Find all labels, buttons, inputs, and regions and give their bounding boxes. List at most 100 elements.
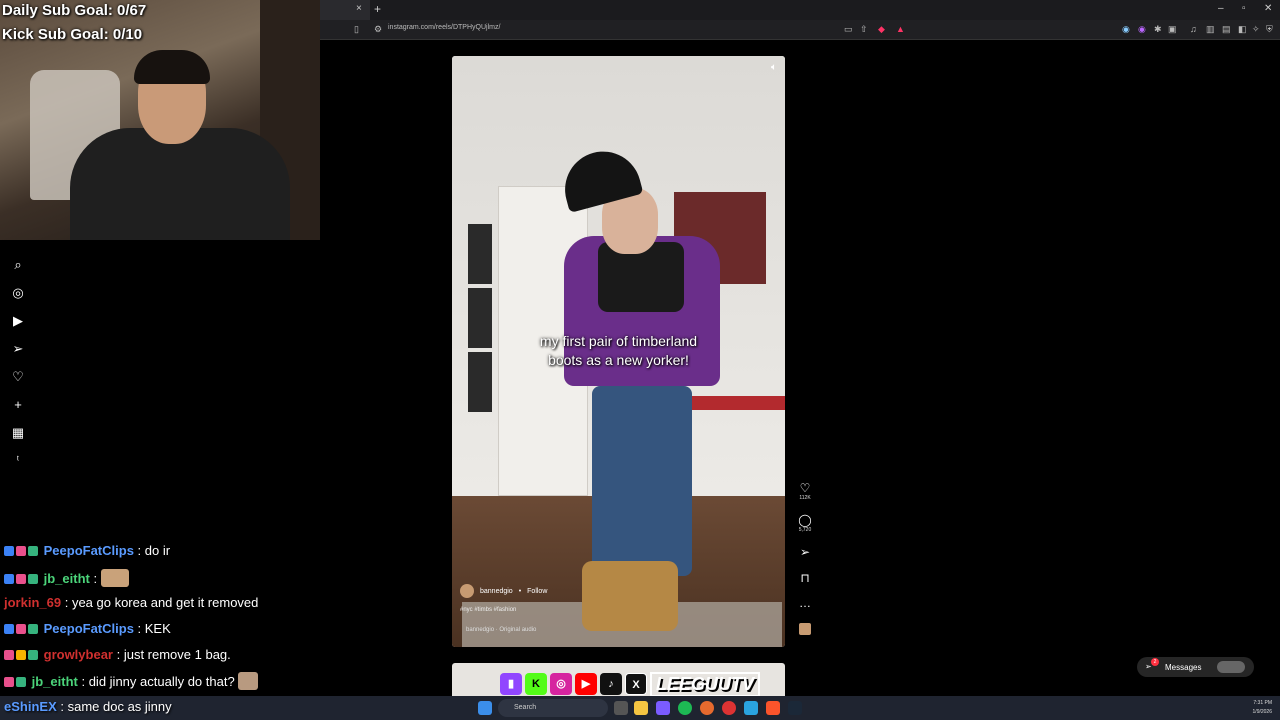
- separator-dot: •: [518, 587, 522, 595]
- steam-icon[interactable]: [788, 701, 802, 715]
- leo-icon[interactable]: ✧: [1252, 24, 1260, 35]
- kick-sub-goal: Kick Sub Goal: 0/10: [2, 26, 143, 43]
- reel-video[interactable]: 🔈︎ my first pair of timberland boots as …: [452, 56, 785, 647]
- extensions-icon[interactable]: ✱: [1154, 24, 1162, 35]
- media-icon[interactable]: ♫: [1190, 24, 1197, 34]
- extension-icon[interactable]: ◉: [1122, 24, 1130, 35]
- chat-line: jb_eitht : did jinny actually do that?: [4, 672, 259, 690]
- chat-colon: :: [133, 621, 145, 636]
- start-icon[interactable]: [478, 701, 492, 715]
- chat-badge-icon: [4, 650, 14, 660]
- x-icon: X: [625, 673, 647, 695]
- author-name[interactable]: bannedgio: [480, 588, 513, 595]
- create-plus-icon[interactable]: +: [10, 397, 26, 413]
- screen: Daily Sub Goal: 0/67 Kick Sub Goal: 0/10…: [0, 0, 1280, 720]
- chat-emote-icon: [238, 672, 259, 690]
- chat-badge-icon: [28, 650, 38, 660]
- chat-username[interactable]: jorkin_69: [4, 595, 61, 610]
- chat-colon: :: [77, 674, 89, 689]
- rewards-icon[interactable]: ▲: [896, 24, 905, 34]
- chat-badge-icon: [28, 574, 38, 584]
- follow-button[interactable]: Follow: [527, 588, 547, 595]
- explore-icon[interactable]: ◎: [10, 285, 26, 301]
- brave-shield-icon[interactable]: ◆: [878, 24, 885, 35]
- share-button[interactable]: ➢: [792, 545, 818, 559]
- tiktok-icon: ♪: [600, 673, 622, 695]
- chat-username[interactable]: jb_eitht: [32, 674, 78, 689]
- brand-logo: LEEGUUTV: [650, 671, 761, 697]
- file-explorer-icon[interactable]: [634, 701, 648, 715]
- clock-date: 1/9/2026: [1252, 709, 1272, 715]
- browser-tab[interactable]: ×: [320, 0, 370, 20]
- cast-icon[interactable]: ▭: [844, 24, 853, 35]
- like-button[interactable]: ♡ 112K: [792, 481, 818, 501]
- new-tab-icon[interactable]: +: [374, 2, 381, 16]
- chat-username[interactable]: PeepoFatClips: [44, 621, 134, 636]
- threads-icon[interactable]: ᵗ: [10, 453, 26, 469]
- direct-messages-icon[interactable]: ➢: [10, 341, 26, 357]
- search-icon[interactable]: ⌕: [10, 257, 26, 273]
- reels-icon[interactable]: ▶: [10, 313, 26, 329]
- notifications-heart-icon[interactable]: ♡: [10, 369, 26, 385]
- restore-icon[interactable]: ▫: [1242, 3, 1246, 14]
- caption-line-1: my first pair of timberland: [539, 333, 698, 349]
- firefox-icon[interactable]: [700, 701, 714, 715]
- tabs-icon[interactable]: ▤: [1222, 24, 1231, 35]
- close-window-icon[interactable]: ✕: [1264, 3, 1272, 14]
- share-icon[interactable]: ⇧: [860, 24, 868, 35]
- chat-colon: :: [56, 699, 68, 714]
- chat-badge-icon: [16, 624, 26, 634]
- more-options-button[interactable]: …: [792, 596, 818, 610]
- video-acoustic-panel: [468, 224, 492, 284]
- brave-icon[interactable]: [766, 701, 780, 715]
- chat-username[interactable]: jb_eitht: [44, 571, 90, 586]
- author-avatar[interactable]: [460, 584, 474, 598]
- bookmark-icon[interactable]: ▯: [354, 24, 359, 35]
- caption-line-2: boots as a new yorker!: [548, 352, 689, 368]
- split-view-icon[interactable]: ◧: [1238, 24, 1247, 35]
- chat-badge-icon: [4, 574, 14, 584]
- messages-button[interactable]: ➢ 2 Messages: [1137, 657, 1254, 677]
- taskbar-clock[interactable]: 7:31 PM 1/9/2026: [1253, 699, 1272, 717]
- search-label: Search: [514, 704, 537, 711]
- chat-username[interactable]: eShinEX: [4, 699, 57, 714]
- discord-icon[interactable]: [656, 701, 670, 715]
- chat-username[interactable]: growlybear: [44, 647, 113, 662]
- app-icon[interactable]: [744, 701, 758, 715]
- browser-tab-bar: × + – ▫ ✕: [320, 0, 1280, 20]
- chat-colon: :: [89, 571, 101, 586]
- dashboard-icon[interactable]: ▦: [10, 425, 26, 441]
- reel-author: bannedgio • Follow: [460, 584, 547, 598]
- comment-icon: ◯: [798, 513, 812, 527]
- vpn-icon[interactable]: ⛨: [1266, 24, 1273, 35]
- taskbar-search[interactable]: Search: [498, 699, 608, 717]
- minimize-icon[interactable]: –: [1218, 3, 1224, 14]
- reel-hashtags[interactable]: #nyc #timbs #fashion: [460, 607, 516, 613]
- chat-colon: :: [61, 595, 72, 610]
- sidebar-icon[interactable]: ▥: [1206, 24, 1215, 35]
- spotify-icon[interactable]: [678, 701, 692, 715]
- site-info-icon[interactable]: ⚙: [374, 24, 382, 35]
- chat-message: do ir: [144, 543, 171, 558]
- comment-button[interactable]: ◯ 5,720: [792, 513, 818, 533]
- reel-caption: my first pair of timberland boots as a n…: [452, 332, 785, 370]
- chat-badge-icon: [28, 546, 38, 556]
- volume-icon[interactable]: 🔈︎: [771, 62, 777, 73]
- url-text[interactable]: instagram.com/reels/DTPHyQUjlmz/: [388, 24, 500, 31]
- like-count: 112K: [799, 495, 811, 501]
- wallet-icon[interactable]: ▣: [1168, 24, 1177, 35]
- task-view-icon[interactable]: [614, 701, 628, 715]
- daily-sub-goal: Daily Sub Goal: 0/67: [2, 2, 147, 19]
- chat-badge-icon: [4, 546, 14, 556]
- save-button[interactable]: ⊓: [792, 571, 818, 585]
- tab-close-icon[interactable]: ×: [356, 3, 362, 14]
- heart-icon: ♡: [799, 481, 811, 495]
- extension-icon-2[interactable]: ◉: [1138, 24, 1146, 35]
- bookmark-icon: ⊓: [800, 571, 810, 585]
- reel-audio[interactable]: bannedgio · Original audio: [466, 627, 536, 633]
- chat-username[interactable]: PeepoFatClips: [44, 543, 134, 558]
- audio-thumbnail[interactable]: [792, 622, 818, 640]
- chrome-icon[interactable]: [722, 701, 736, 715]
- audio-cover-icon: [799, 623, 811, 635]
- streamer-shirt: [70, 128, 290, 240]
